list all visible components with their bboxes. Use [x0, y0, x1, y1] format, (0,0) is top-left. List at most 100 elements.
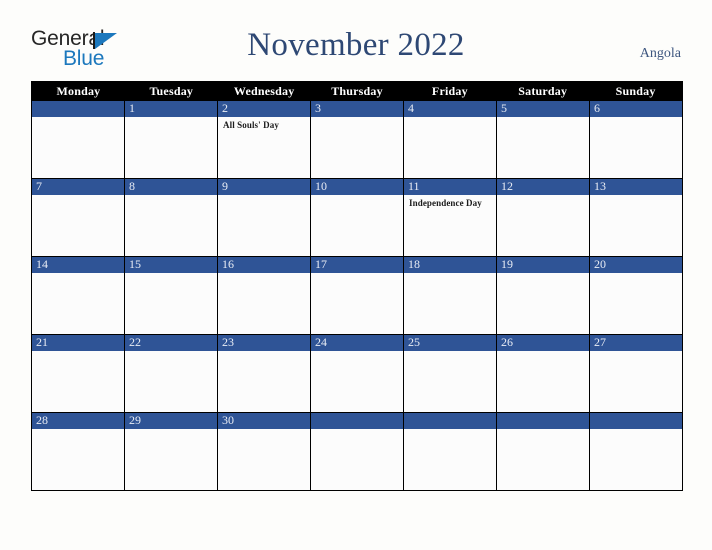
day-number-band: 19: [497, 257, 589, 273]
day-number: 18: [408, 257, 420, 271]
day-number-band: 7: [32, 179, 124, 195]
calendar-day-cell[interactable]: 30: [218, 413, 311, 490]
page-header: General Blue November 2022 Angola: [0, 0, 712, 78]
calendar-day-cell[interactable]: 17: [311, 257, 404, 334]
day-of-week-header-row: Monday Tuesday Wednesday Thursday Friday…: [32, 82, 682, 101]
day-number: 22: [129, 335, 141, 349]
day-number: 12: [501, 179, 513, 193]
day-number-band: 12: [497, 179, 589, 195]
page-title: November 2022: [247, 27, 465, 63]
day-number-band: 25: [404, 335, 496, 351]
calendar-grid: Monday Tuesday Wednesday Thursday Friday…: [31, 81, 683, 491]
day-number-band: 21: [32, 335, 124, 351]
day-number-band: 27: [590, 335, 682, 351]
calendar-day-cell[interactable]: 20: [590, 257, 682, 334]
day-header-friday: Friday: [431, 84, 468, 98]
day-number: 26: [501, 335, 513, 349]
calendar-day-cell[interactable]: 13: [590, 179, 682, 256]
calendar-day-cell[interactable]: 12: [497, 179, 590, 256]
day-number-band: 8: [125, 179, 217, 195]
calendar-day-cell[interactable]: 28: [32, 413, 125, 490]
day-number: 17: [315, 257, 327, 271]
day-number-band: 20: [590, 257, 682, 273]
day-number: 15: [129, 257, 141, 271]
day-number-band: 6: [590, 101, 682, 117]
day-number-band: 28: [32, 413, 124, 429]
day-number: 19: [501, 257, 513, 271]
day-number: 6: [594, 101, 600, 115]
calendar-day-cell[interactable]: 11 Independence Day: [404, 179, 497, 256]
calendar-day-cell[interactable]: 5: [497, 101, 590, 178]
day-header-thursday: Thursday: [331, 84, 383, 98]
calendar-day-cell[interactable]: 18: [404, 257, 497, 334]
day-number-band: 14: [32, 257, 124, 273]
day-number: 14: [36, 257, 48, 271]
day-number-band: [311, 413, 403, 429]
day-number: 11: [408, 179, 420, 193]
calendar-empty-cell[interactable]: [497, 413, 590, 490]
calendar-day-cell[interactable]: 16: [218, 257, 311, 334]
calendar-day-cell[interactable]: 19: [497, 257, 590, 334]
calendar-day-cell[interactable]: 6: [590, 101, 682, 178]
calendar-day-cell[interactable]: 14: [32, 257, 125, 334]
day-number: 27: [594, 335, 606, 349]
calendar-day-cell[interactable]: 22: [125, 335, 218, 412]
calendar-day-cell[interactable]: 7: [32, 179, 125, 256]
calendar-day-cell[interactable]: 8: [125, 179, 218, 256]
calendar-day-cell[interactable]: 9: [218, 179, 311, 256]
day-number-band: 3: [311, 101, 403, 117]
holiday-label: All Souls' Day: [223, 120, 279, 130]
calendar-day-cell[interactable]: 25: [404, 335, 497, 412]
day-number-band: 2: [218, 101, 310, 117]
calendar-day-cell[interactable]: 24: [311, 335, 404, 412]
day-number: 24: [315, 335, 327, 349]
day-number: 16: [222, 257, 234, 271]
calendar-day-cell[interactable]: 1: [125, 101, 218, 178]
day-number-band: [404, 413, 496, 429]
day-number: 7: [36, 179, 42, 193]
day-number-band: 15: [125, 257, 217, 273]
calendar-day-cell[interactable]: 21: [32, 335, 125, 412]
day-header-wednesday: Wednesday: [233, 84, 295, 98]
calendar-day-cell[interactable]: 10: [311, 179, 404, 256]
day-number-band: 4: [404, 101, 496, 117]
day-number-band: 1: [125, 101, 217, 117]
calendar-week-row: 1 2 All Souls' Day 3 4 5 6: [32, 101, 682, 179]
calendar-empty-cell[interactable]: [32, 101, 125, 178]
calendar-day-cell[interactable]: 26: [497, 335, 590, 412]
day-header-saturday: Saturday: [518, 84, 568, 98]
day-number-band: [32, 101, 124, 117]
calendar-day-cell[interactable]: 2 All Souls' Day: [218, 101, 311, 178]
calendar-day-cell[interactable]: 27: [590, 335, 682, 412]
day-number-band: 26: [497, 335, 589, 351]
day-number: 29: [129, 413, 141, 427]
day-number: 9: [222, 179, 228, 193]
day-number-band: 9: [218, 179, 310, 195]
day-number: 28: [36, 413, 48, 427]
day-number-band: 5: [497, 101, 589, 117]
calendar-day-cell[interactable]: 3: [311, 101, 404, 178]
day-events: Independence Day: [404, 195, 496, 209]
calendar-day-cell[interactable]: 29: [125, 413, 218, 490]
day-number-band: [497, 413, 589, 429]
day-number: 4: [408, 101, 414, 115]
day-number-band: 29: [125, 413, 217, 429]
calendar-empty-cell[interactable]: [590, 413, 682, 490]
calendar-empty-cell[interactable]: [404, 413, 497, 490]
calendar-empty-cell[interactable]: [311, 413, 404, 490]
day-header-tuesday: Tuesday: [149, 84, 194, 98]
day-header-monday: Monday: [56, 84, 101, 98]
day-number: 20: [594, 257, 606, 271]
day-number-band: [590, 413, 682, 429]
day-number: 8: [129, 179, 135, 193]
day-number-band: 30: [218, 413, 310, 429]
day-number-band: 22: [125, 335, 217, 351]
day-number-band: 24: [311, 335, 403, 351]
day-number: 5: [501, 101, 507, 115]
day-number: 1: [129, 101, 135, 115]
calendar-weeks: 1 2 All Souls' Day 3 4 5 6 7 8 9 10 11 Independence …: [32, 101, 682, 491]
calendar-day-cell[interactable]: 15: [125, 257, 218, 334]
calendar-day-cell[interactable]: 4: [404, 101, 497, 178]
day-number-band: 11: [404, 179, 496, 195]
calendar-day-cell[interactable]: 23: [218, 335, 311, 412]
